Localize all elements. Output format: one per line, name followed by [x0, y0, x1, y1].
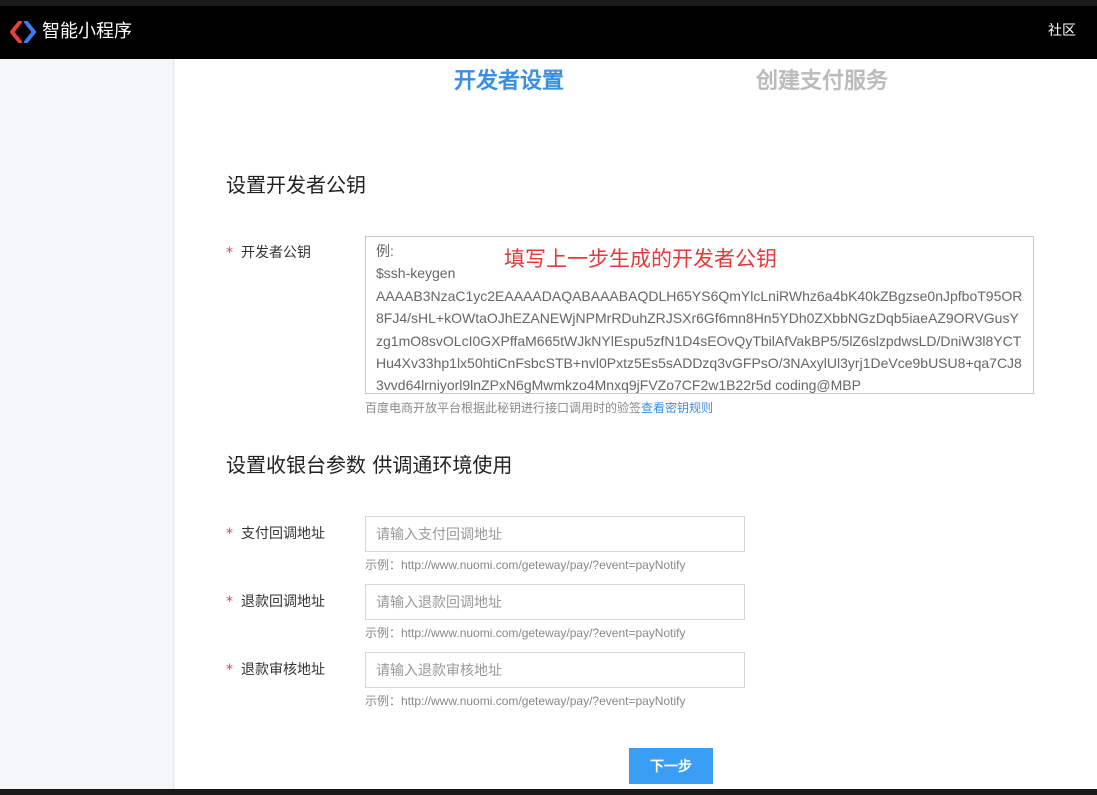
cashier-section-title: 设置收银台参数 供调通环境使用	[226, 453, 513, 477]
pay-callback-label: * 支付回调地址	[226, 524, 325, 544]
refund-review-label-text: 退款审核地址	[241, 662, 325, 678]
required-mark: *	[226, 662, 233, 678]
refund-callback-label: * 退款回调地址	[226, 592, 325, 612]
developer-key-help-text: 百度电商开放平台根据此秘钥进行接口调用时的验签	[365, 401, 642, 415]
required-mark: *	[226, 245, 233, 261]
developer-key-help: 百度电商开放平台根据此秘钥进行接口调用时的验签查看密钥规则	[365, 400, 713, 416]
step-developer-settings[interactable]: 开发者设置	[454, 67, 564, 97]
main-content: 开发者设置 创建支付服务 设置开发者公钥 * 开发者公钥 例: $ssh-keyg…	[175, 59, 1097, 789]
refund-review-label: * 退款审核地址	[226, 660, 325, 680]
developer-key-label: * 开发者公钥	[226, 243, 311, 263]
developer-key-label-text: 开发者公钥	[241, 245, 311, 261]
top-navigation-bar: 智能小程序 社区	[0, 0, 1097, 59]
refund-review-example: 示例：http://www.nuomi.com/geteway/pay/?eve…	[365, 694, 686, 708]
pay-callback-label-text: 支付回调地址	[241, 526, 325, 542]
community-link[interactable]: 社区	[1048, 21, 1076, 41]
key-annotation: 填写上一步生成的开发者公钥	[504, 247, 777, 271]
developer-key-section-title: 设置开发者公钥	[226, 173, 366, 197]
key-example-line: AAAAB3NzaC1yc2EAAAADAQABAAABAQDLH65YS6Qm…	[376, 287, 1023, 394]
next-step-button[interactable]: 下一步	[629, 748, 713, 784]
brand-name[interactable]: 智能小程序	[42, 20, 132, 44]
required-mark: *	[226, 526, 233, 542]
refund-callback-example: 示例：http://www.nuomi.com/geteway/pay/?eve…	[365, 626, 686, 640]
refund-review-input[interactable]	[365, 652, 745, 688]
pay-callback-input[interactable]	[365, 516, 745, 552]
developer-key-textarea[interactable]: 例: $ssh-keygen AAAAB3NzaC1yc2EAAAADAQABA…	[365, 236, 1034, 394]
step-create-payment-service[interactable]: 创建支付服务	[756, 67, 888, 97]
left-sidebar	[0, 59, 174, 789]
pay-callback-example: 示例：http://www.nuomi.com/geteway/pay/?eve…	[365, 558, 686, 572]
refund-callback-label-text: 退款回调地址	[241, 594, 325, 610]
key-rules-link[interactable]: 查看密钥规则	[641, 401, 713, 415]
bottom-edge	[0, 789, 1097, 795]
required-mark: *	[226, 594, 233, 610]
swan-logo-icon[interactable]	[10, 21, 36, 43]
refund-callback-input[interactable]	[365, 584, 745, 620]
